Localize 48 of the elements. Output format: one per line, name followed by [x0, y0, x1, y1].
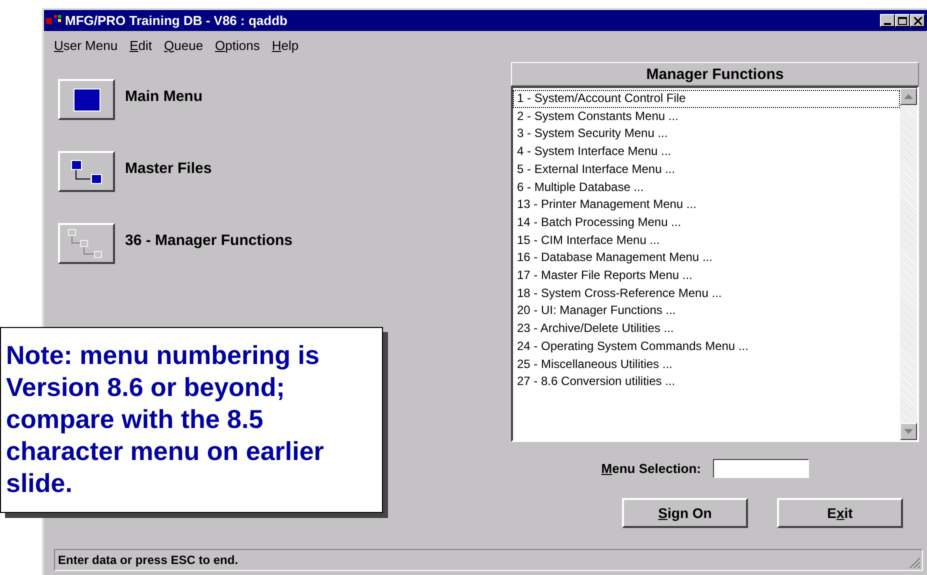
menu-selection-field[interactable]	[713, 459, 809, 478]
menu-path-label: Main Menu	[125, 88, 202, 105]
menu-path-label: Master Files	[125, 160, 212, 177]
panel-title: Manager Functions	[511, 62, 919, 86]
maximize-icon	[898, 16, 907, 24]
status-text: Enter data or press ESC to end.	[58, 553, 238, 567]
note-text: Note: menu numbering is Version 8.6 or beyond; compare with the 8.5 character menu on earlier slide.	[6, 339, 325, 499]
dialog-button[interactable]: Sign On	[622, 498, 748, 528]
menu-item[interactable]: Queue	[164, 35, 204, 55]
resize-grip-icon[interactable]	[908, 556, 921, 569]
list-item[interactable]: 23 - Archive/Delete Utilities ...	[513, 320, 900, 338]
scroll-up-button[interactable]	[900, 88, 917, 105]
menu-item[interactable]: Options	[215, 35, 260, 55]
menu-path-button[interactable]	[58, 79, 115, 120]
menu-path-label: 36 - Manager Functions	[125, 232, 293, 249]
list-item[interactable]: 5 - External Interface Menu ...	[513, 160, 900, 179]
up-arrow-icon	[904, 94, 913, 99]
list-item[interactable]: 25 - Miscellaneous Utilities ...	[513, 356, 900, 374]
minimize-button[interactable]	[880, 14, 895, 27]
list-item[interactable]: 17 - Master File Reports Menu ...	[513, 267, 900, 285]
dialog-button[interactable]: Exit	[777, 498, 903, 528]
list-item[interactable]: 2 - System Constants Menu ...	[513, 108, 900, 126]
list-item[interactable]: 15 - CIM Interface Menu ...	[513, 232, 900, 250]
down-arrow-icon	[904, 429, 913, 434]
window-title: MFG/PRO Training DB - V86 : qaddb	[65, 13, 288, 28]
list-item[interactable]: 13 - Printer Management Menu ...	[513, 196, 900, 214]
menu-item[interactable]: Edit	[130, 35, 152, 55]
list-item[interactable]: 14 - Batch Processing Menu ...	[513, 214, 900, 232]
tree-icon	[70, 160, 102, 184]
field-label: Menu Selection:	[601, 461, 701, 476]
list-item[interactable]: 6 - Multiple Database ...	[513, 178, 900, 196]
maximize-button[interactable]	[895, 14, 910, 27]
list-item[interactable]: 20 - UI: Manager Functions ...	[513, 302, 900, 320]
list-item[interactable]: 1 - System/Account Control File	[513, 90, 900, 108]
list-item[interactable]: 27 - 8.6 Conversion utilities ...	[513, 373, 900, 391]
minimize-icon	[884, 22, 891, 24]
menu-item[interactable]: User Menu	[54, 35, 118, 55]
list-item[interactable]: 4 - System Interface Menu ...	[513, 143, 900, 161]
scroll-down-button[interactable]	[900, 423, 917, 440]
close-icon	[914, 16, 922, 24]
list-item[interactable]: 24 - Operating System Commands Menu ...	[513, 338, 900, 356]
list-item[interactable]: 18 - System Cross-Reference Menu ...	[513, 284, 900, 302]
menu-path-button[interactable]	[58, 151, 115, 192]
close-button[interactable]	[910, 14, 925, 27]
list-item[interactable]: 16 - Database Management Menu ...	[513, 249, 900, 268]
square-icon	[72, 88, 100, 112]
menu-item[interactable]: Help	[272, 35, 299, 55]
list-item[interactable]: 3 - System Security Menu ...	[513, 125, 900, 144]
